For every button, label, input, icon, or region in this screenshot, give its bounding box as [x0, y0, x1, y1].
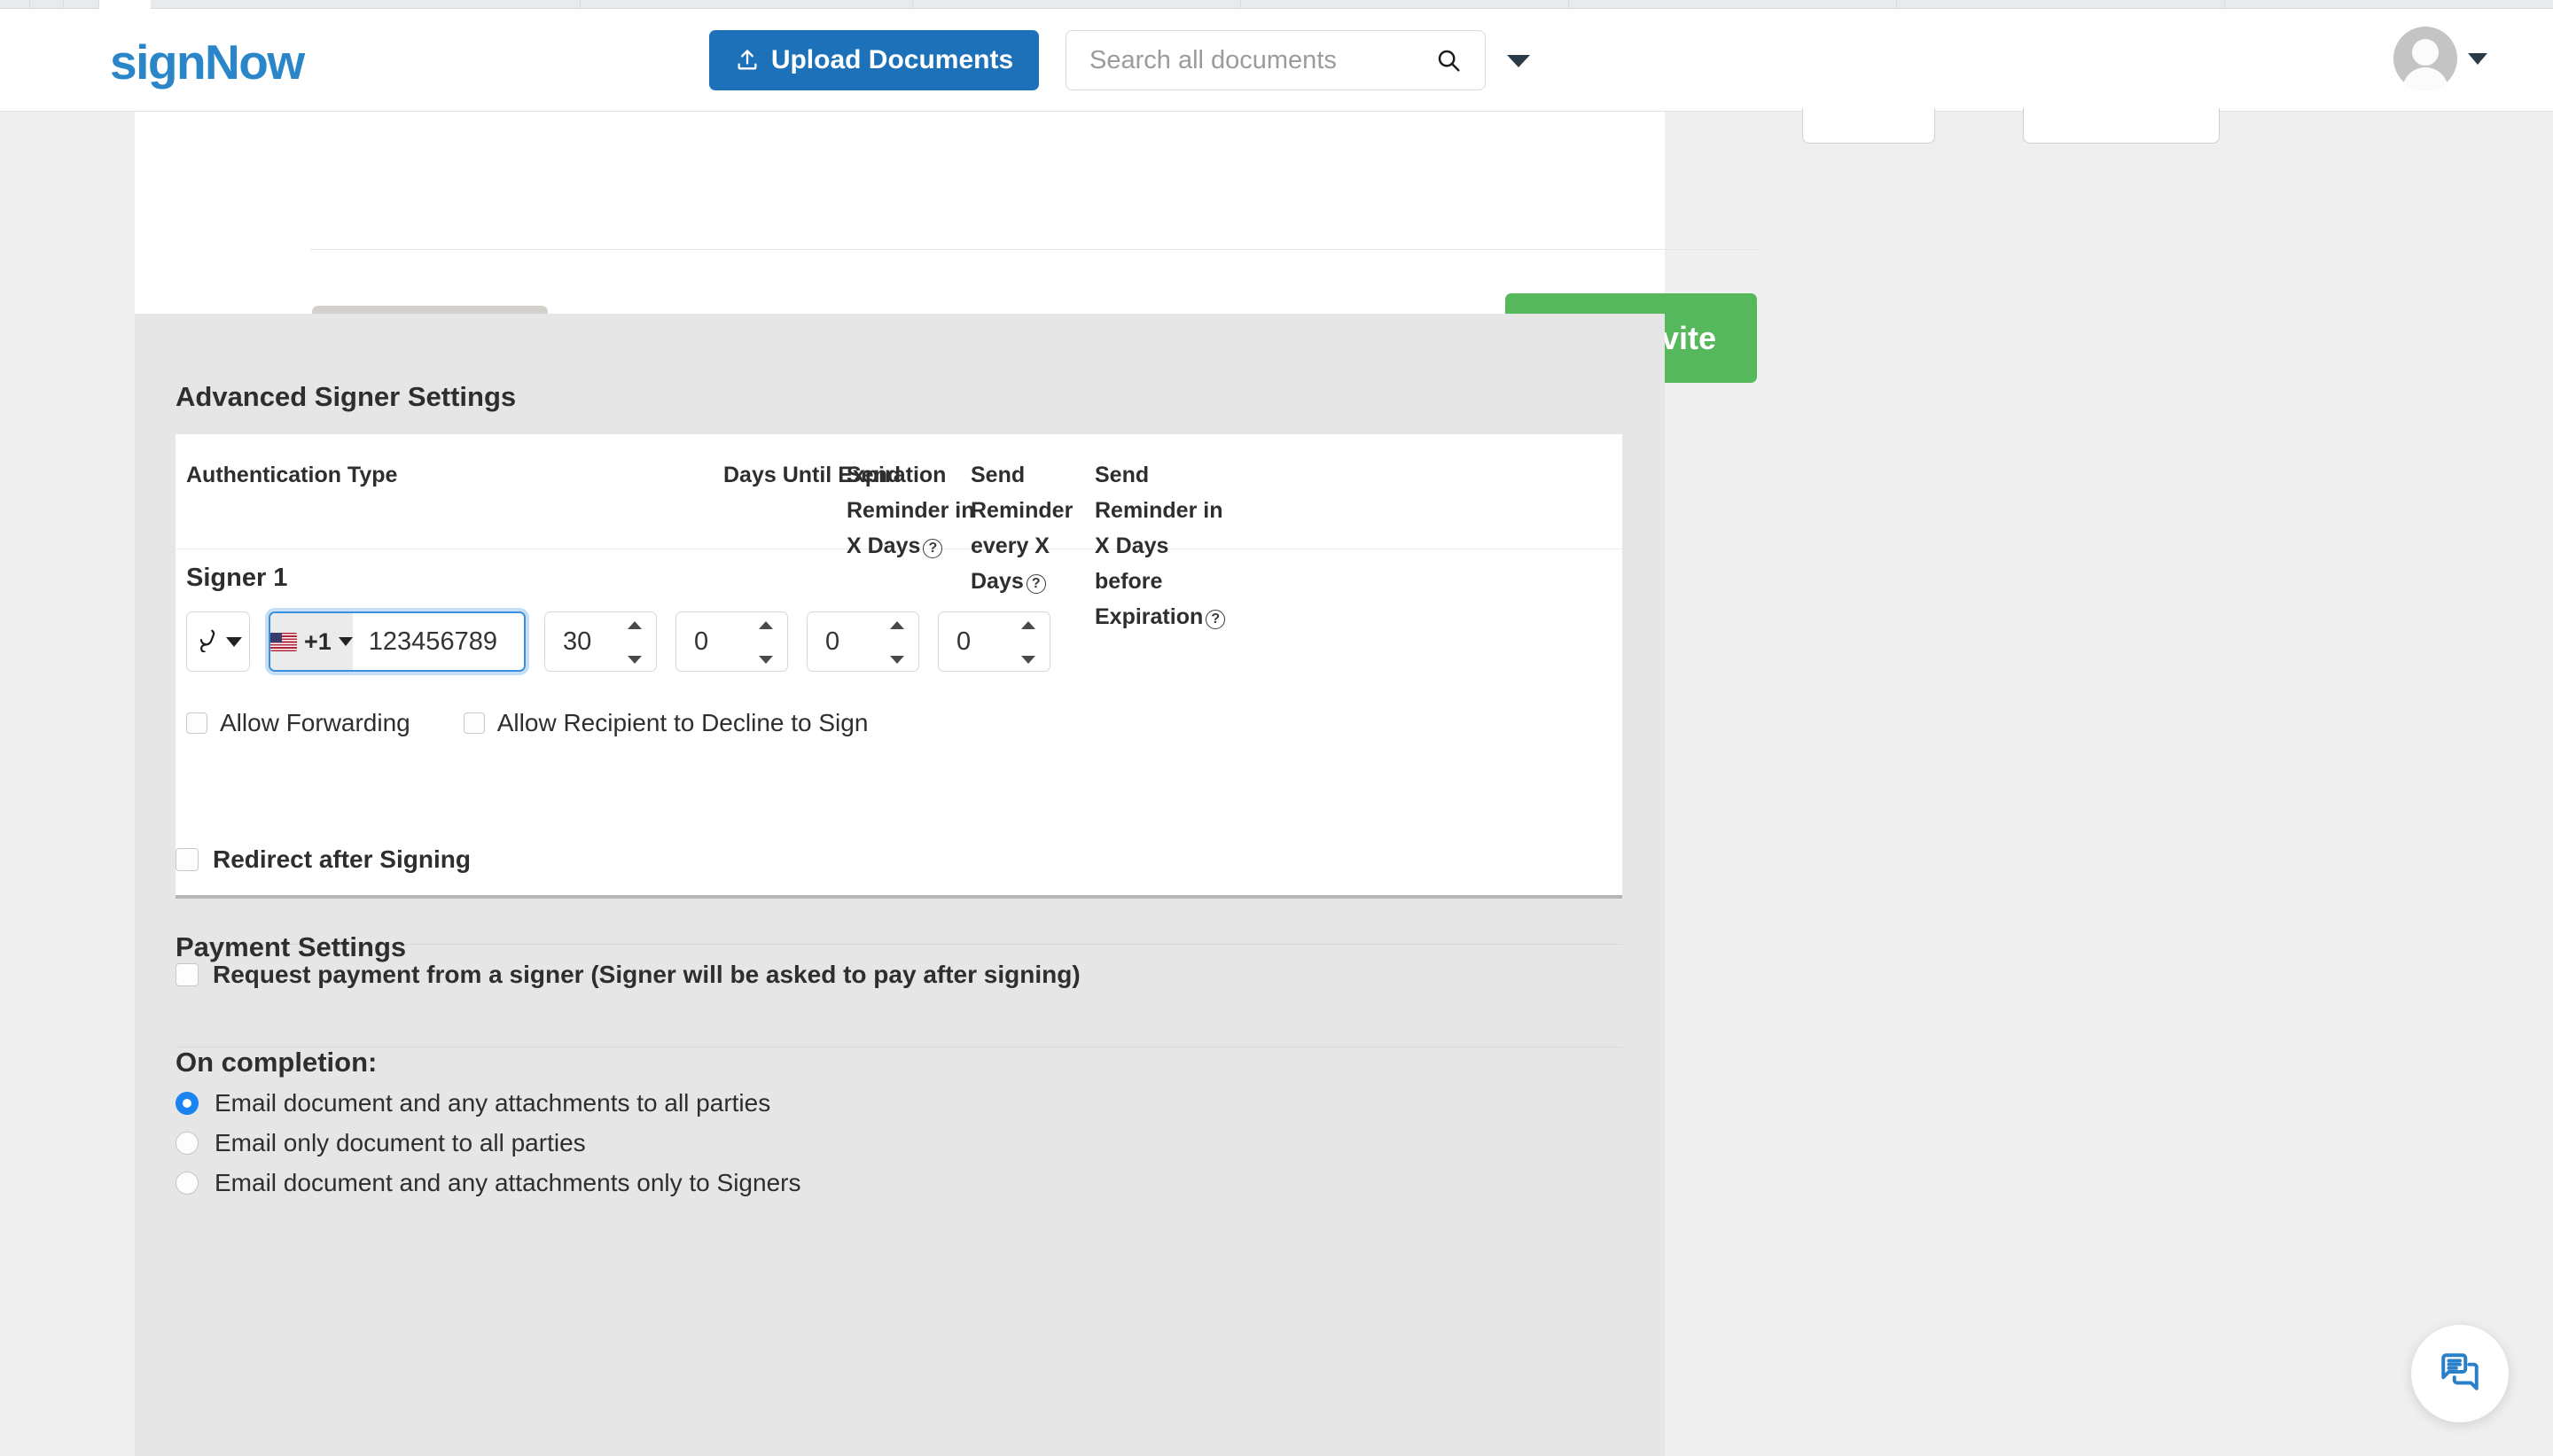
search-box[interactable]: [1066, 30, 1486, 90]
payment-settings-title: Payment Settings: [176, 931, 407, 962]
reminder-before-expiration-stepper[interactable]: [938, 611, 1050, 672]
search-icon[interactable]: [1435, 47, 1485, 74]
radio-label: Email only document to all parties: [215, 1129, 586, 1156]
redirect-after-signing-checkbox[interactable]: Redirect after Signing: [176, 845, 471, 874]
request-payment-checkbox[interactable]: Request payment from a signer (Signer wi…: [176, 961, 1081, 989]
allow-recipient-decline-checkbox[interactable]: Allow Recipient to Decline to Sign: [463, 709, 869, 737]
reminder-every-x-days-stepper[interactable]: [807, 611, 919, 672]
signer-settings-table: Authentication Type Days Until Expiratio…: [176, 434, 1622, 899]
browser-chrome-strip: [0, 0, 2553, 9]
stepper-down-icon[interactable]: [628, 656, 642, 664]
completion-option-all-parties-with-attachments[interactable]: Email document and any attachments to al…: [176, 1089, 800, 1117]
authentication-type-select[interactable]: [186, 611, 250, 672]
checkbox-box[interactable]: [176, 963, 199, 986]
avatar-head: [2412, 39, 2439, 66]
column-header-authentication-type: Authentication Type: [186, 463, 398, 487]
on-completion-title: On completion:: [176, 1047, 378, 1078]
stepper-up-icon[interactable]: [759, 621, 773, 629]
help-icon[interactable]: ?: [923, 539, 943, 558]
column-header-send-reminder-before-expiration: Send Reminder in X Days before Expiratio…: [1095, 457, 1232, 635]
browser-tab[interactable]: [913, 0, 1241, 9]
chat-widget-button[interactable]: [2411, 1325, 2509, 1422]
upload-icon: [735, 48, 760, 73]
help-icon[interactable]: ?: [1026, 574, 1046, 594]
browser-tab[interactable]: [581, 0, 913, 9]
stepper-up-icon[interactable]: [890, 621, 904, 629]
advanced-settings-panel: Advanced Signer Settings Authentication …: [135, 314, 1665, 1456]
stepper-up-icon[interactable]: [628, 621, 642, 629]
browser-tab[interactable]: [1241, 0, 1569, 9]
stepper-arrows[interactable]: [1017, 621, 1040, 664]
search-scope-chevron-down-icon[interactable]: [1507, 55, 1530, 67]
signer-label: Signer 1: [186, 564, 288, 592]
completion-option-document-only-all-parties[interactable]: Email only document to all parties: [176, 1129, 800, 1157]
stepper-arrows[interactable]: [886, 621, 909, 664]
stepper-down-icon[interactable]: [1021, 656, 1035, 664]
chevron-down-icon: [225, 636, 242, 647]
days-until-expiration-stepper[interactable]: [544, 611, 657, 672]
browser-tab[interactable]: [30, 0, 64, 9]
on-completion-radio-group: Email document and any attachments to al…: [176, 1089, 800, 1209]
avatar-body: [2402, 67, 2448, 90]
stepper-down-icon[interactable]: [759, 656, 773, 664]
browser-tab[interactable]: [151, 0, 581, 9]
column-header-send-reminder-every-x-days: Send Reminder every X Days?: [971, 457, 1104, 599]
signer-settings-row: +1: [186, 611, 1050, 672]
chat-bubbles-icon: [2438, 1350, 2482, 1398]
browser-tab[interactable]: [64, 0, 99, 9]
upload-documents-button[interactable]: Upload Documents: [709, 30, 1039, 90]
brand-logo[interactable]: signNow: [110, 34, 305, 90]
page-title: Advanced Signer Settings: [176, 381, 517, 412]
checkbox-box[interactable]: [186, 712, 207, 734]
stepper-arrows[interactable]: [754, 621, 777, 664]
allow-forwarding-label: Allow Forwarding: [220, 709, 410, 736]
browser-tab[interactable]: [1897, 0, 2225, 9]
stepper-down-icon[interactable]: [890, 656, 904, 664]
column-label: Send Reminder every X Days: [971, 463, 1074, 594]
browser-tab[interactable]: [1569, 0, 1897, 9]
column-header-send-reminder-in-x-days: Send Reminder in X Days?: [847, 457, 980, 564]
stepper-arrows[interactable]: [623, 621, 646, 664]
country-code-select[interactable]: +1: [270, 613, 353, 670]
radio-circle[interactable]: [176, 1172, 199, 1195]
chevron-down-icon: [338, 637, 353, 646]
column-label: Send Reminder in X Days: [847, 463, 975, 558]
allow-forwarding-checkbox[interactable]: Allow Forwarding: [186, 709, 410, 737]
radio-circle[interactable]: [176, 1132, 199, 1155]
invite-actions-card: Cancel Inviting * Required fields Advanc…: [135, 112, 1759, 383]
user-menu[interactable]: [2393, 27, 2487, 90]
divider: [310, 249, 1759, 250]
phone-number-input[interactable]: [352, 613, 524, 670]
stepper-up-icon[interactable]: [1021, 621, 1035, 629]
checkbox-box[interactable]: [176, 848, 199, 871]
offscreen-field[interactable]: [1802, 108, 1935, 144]
completion-option-signers-only-with-attachments[interactable]: Email document and any attachments only …: [176, 1169, 800, 1197]
redirect-after-signing-label: Redirect after Signing: [213, 845, 471, 873]
radio-label: Email document and any attachments only …: [215, 1169, 801, 1196]
phone-number-field[interactable]: +1: [269, 611, 526, 672]
offscreen-field[interactable]: [2023, 108, 2220, 144]
browser-tab-active[interactable]: [99, 0, 151, 9]
reminder-in-x-days-stepper[interactable]: [675, 611, 788, 672]
phone-icon: [195, 627, 220, 657]
checkbox-box[interactable]: [463, 712, 485, 734]
allow-options-row: Allow Forwarding Allow Recipient to Decl…: [186, 709, 868, 737]
upload-documents-label: Upload Documents: [770, 45, 1014, 74]
help-icon[interactable]: ?: [1206, 610, 1226, 629]
us-flag-icon: [270, 632, 297, 651]
user-menu-chevron-down-icon[interactable]: [2468, 52, 2487, 65]
avatar: [2393, 27, 2457, 90]
app-header: signNow Upload Documents: [0, 9, 2553, 112]
radio-label: Email document and any attachments to al…: [215, 1089, 771, 1117]
column-label: Send Reminder in X Days before Expiratio…: [1095, 463, 1223, 629]
browser-tab[interactable]: [0, 0, 30, 9]
search-input[interactable]: [1066, 31, 1435, 90]
request-payment-label: Request payment from a signer (Signer wi…: [213, 961, 1081, 988]
table-header-row: Authentication Type Days Until Expiratio…: [176, 434, 1622, 629]
allow-recipient-decline-label: Allow Recipient to Decline to Sign: [496, 709, 869, 736]
country-code-label: +1: [304, 627, 332, 655]
radio-circle[interactable]: [176, 1092, 199, 1115]
